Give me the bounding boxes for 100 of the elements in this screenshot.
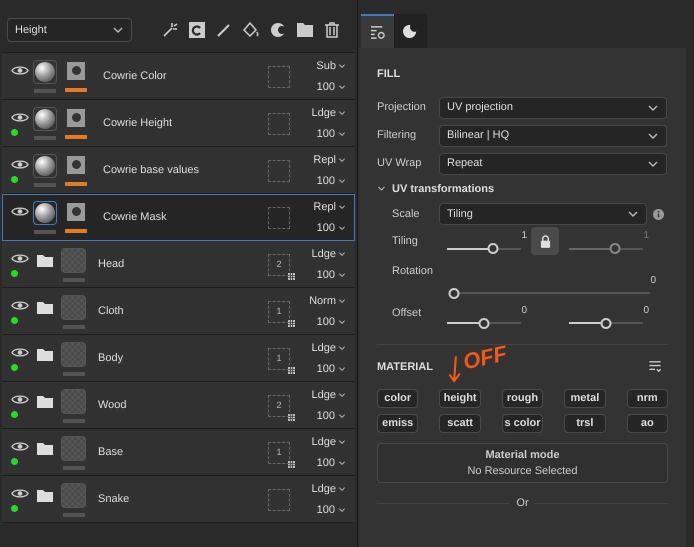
mask-slot — [268, 206, 290, 228]
value-dropdown[interactable]: Repeat — [439, 152, 667, 174]
eye-icon[interactable] — [11, 440, 29, 452]
eye-icon[interactable] — [11, 206, 29, 216]
eye-icon[interactable] — [11, 394, 29, 404]
slider-thumb[interactable] — [448, 288, 460, 298]
panel-title: Material mode — [486, 448, 560, 462]
opacity-dropdown[interactable]: 100 — [316, 314, 346, 330]
opacity-dropdown[interactable]: 100 — [316, 172, 346, 189]
mask-bar — [65, 134, 87, 138]
opacity-dropdown[interactable]: 100 — [316, 408, 346, 424]
mask-slot — [268, 66, 290, 88]
mask-slot — [268, 488, 290, 510]
layer-row[interactable]: Head 2 Ldge 100 — [2, 241, 355, 288]
blend-mode-dropdown[interactable]: Repl — [313, 199, 346, 216]
field-label: Scale — [392, 206, 421, 222]
layer-row[interactable]: Snake Ldge 100 — [2, 476, 355, 523]
layer-row[interactable]: Body 1 Ldge 100 — [2, 335, 355, 382]
chevron-down-icon — [338, 364, 346, 373]
opacity-dropdown[interactable]: 100 — [316, 78, 346, 95]
layer-row[interactable]: Cowrie base values Repl 100 — [2, 147, 355, 194]
blend-mode-dropdown[interactable]: Ldge — [312, 105, 346, 122]
layer-row[interactable]: Cowrie Mask Repl 100 — [2, 194, 355, 241]
blend-mode-dropdown[interactable]: Ldge — [312, 434, 346, 450]
blend-mode-dropdown[interactable]: Sub — [316, 58, 346, 74]
field-label: Rotation — [392, 264, 434, 279]
opacity-dropdown[interactable]: 100 — [316, 502, 346, 518]
magic-wand-icon[interactable] — [162, 22, 178, 38]
layer-row[interactable]: Cloth 1 Norm 100 — [2, 288, 355, 335]
material-tab[interactable] — [394, 14, 427, 48]
chevron-down-icon — [338, 109, 346, 118]
eye-icon[interactable] — [11, 346, 29, 358]
mask-count: 1 — [276, 352, 282, 365]
brush-icon[interactable] — [216, 22, 232, 38]
section-title: MATERIAL — [377, 360, 434, 374]
blend-mode-dropdown[interactable]: Repl — [313, 152, 346, 168]
channel-toggle[interactable]: height — [439, 389, 481, 408]
layer-row[interactable]: Cowrie Color Sub 100 — [2, 53, 355, 100]
channel-toggle[interactable]: color — [377, 389, 418, 408]
filter-list-icon[interactable] — [648, 360, 662, 374]
eye-icon[interactable] — [11, 300, 29, 310]
value-dropdown[interactable]: Bilinear | HQ — [439, 124, 667, 146]
slider-thumb[interactable] — [600, 318, 612, 328]
layer-name: Body — [98, 351, 124, 366]
chevron-down-icon — [338, 62, 346, 70]
channel-toggle[interactable]: trsl — [564, 414, 606, 433]
chevron-icon — [377, 184, 386, 194]
eye-icon[interactable] — [11, 488, 29, 498]
channel-dropdown[interactable]: Height — [7, 18, 132, 42]
slider-value: 0 — [521, 304, 527, 316]
channel-toggle[interactable]: ao — [626, 414, 668, 433]
opacity-dropdown[interactable]: 100 — [316, 126, 346, 142]
channel-toggle[interactable]: metal — [564, 389, 606, 408]
mask-thumbnail — [67, 108, 85, 126]
slider-thumb[interactable] — [609, 243, 620, 254]
layer-row[interactable]: Cowrie Height Ldge 100 — [2, 100, 355, 147]
blend-mode-dropdown[interactable]: Ldge — [312, 481, 346, 498]
slider-thumb[interactable] — [478, 318, 490, 328]
mask-slot — [268, 160, 290, 182]
channel-toggle[interactable]: scatt — [439, 414, 481, 433]
value-dropdown[interactable]: UV projection — [439, 96, 667, 118]
mask-count: 1 — [276, 446, 282, 459]
opacity-dropdown[interactable]: 100 — [316, 266, 346, 283]
slider-value: 1 — [521, 229, 527, 242]
eye-icon[interactable] — [11, 112, 29, 122]
panel-subtitle: No Resource Selected — [467, 464, 578, 479]
eye-icon[interactable] — [11, 252, 29, 264]
mask-count: 2 — [276, 398, 282, 412]
channel-toggle[interactable]: s color — [502, 414, 544, 433]
lock-button[interactable] — [531, 227, 559, 255]
opacity-dropdown[interactable]: 100 — [316, 220, 346, 236]
layer-name: Cowrie Height — [103, 116, 174, 132]
folder-icon[interactable] — [297, 23, 313, 37]
field-label: Tiling — [392, 234, 419, 248]
mask-count: 1 — [276, 304, 282, 318]
group-toggle[interactable]: UV transformations — [377, 180, 668, 197]
channel-toggle[interactable]: rough — [502, 389, 544, 408]
lock-icon — [540, 234, 550, 248]
info-icon[interactable] — [653, 208, 664, 220]
blend-mode-dropdown[interactable]: Ldge — [312, 340, 346, 356]
eye-icon[interactable] — [11, 158, 29, 170]
channel-toggle[interactable]: emiss — [377, 414, 418, 433]
blend-mode-dropdown[interactable]: Ldge — [312, 387, 346, 404]
trash-icon[interactable] — [324, 22, 340, 38]
channel-toggle[interactable]: nrm — [626, 389, 668, 408]
mask-bar — [65, 88, 87, 92]
layer-row[interactable]: Wood 2 Ldge 100 — [2, 382, 355, 429]
blend-mode-dropdown[interactable]: Ldge — [312, 246, 346, 262]
scale-dropdown[interactable]: Tiling — [439, 203, 647, 225]
material-thumbnail — [33, 60, 57, 84]
opacity-dropdown[interactable]: 100 — [316, 454, 346, 471]
settings-tab[interactable] — [361, 14, 394, 48]
layer-row[interactable]: Base 1 Ldge 100 — [2, 429, 355, 476]
chevron-down-icon — [338, 318, 346, 326]
eye-icon[interactable] — [11, 64, 29, 76]
blend-mode-dropdown[interactable]: Norm — [309, 293, 346, 310]
slider-thumb[interactable] — [487, 243, 498, 254]
opacity-dropdown[interactable]: 100 — [316, 360, 346, 377]
material-mode-panel[interactable]: Material mode No Resource Selected — [377, 443, 668, 483]
chevron-down-icon — [338, 270, 346, 279]
